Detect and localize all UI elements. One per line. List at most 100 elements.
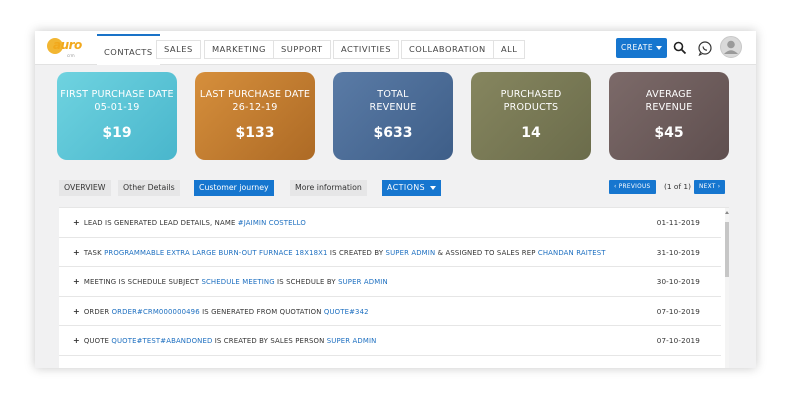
actions-dropdown[interactable]: ACTIONS (382, 180, 442, 196)
journey-row[interactable]: + ORDER ORDER#CRM000000496 IS GENERATED F… (59, 297, 721, 326)
stat-card-last-purchase: LAST PURCHASE DATE 26-12-19 $133 (195, 72, 315, 160)
stat-card-label-line2: REVENUE (645, 102, 693, 113)
top-navigation-bar: auro crm CONTACTS SALES MARKETING SUPPOR… (35, 31, 756, 65)
stat-card-value: $633 (373, 125, 413, 141)
chevron-down-icon (430, 186, 437, 190)
journey-row[interactable]: + TASK PROGRAMMABLE EXTRA LARGE BURN-OUT … (59, 238, 721, 267)
scrollbar-thumb[interactable] (725, 222, 729, 277)
previous-page-button[interactable]: ‹ PREVIOUS (609, 180, 656, 194)
journey-text: QUOTE (83, 337, 112, 345)
create-button[interactable]: CREATE (616, 38, 667, 58)
journey-row-text: + QUOTE QUOTE#TEST#ABANDONED IS CREATED B… (73, 336, 376, 345)
expand-plus-icon[interactable]: + (73, 218, 80, 227)
journey-text: IS CREATED BY (327, 248, 386, 257)
nav-tab-collaboration[interactable]: COLLABORATION (401, 40, 494, 59)
previous-page-label: PREVIOUS (618, 184, 651, 190)
stat-card-average-revenue: AVERAGE REVENUE $45 (609, 72, 729, 160)
journey-text: LEAD IS GENERATED LEAD DETAILS, NAME (83, 219, 238, 227)
customer-journey-list: ++QUOTE QUOTE#TEST#ABANDONED IS CREATED … (59, 207, 729, 368)
journey-link[interactable]: PROGRAMMABLE EXTRA LARGE BURN-OUT FURNAC… (104, 249, 327, 257)
journey-date: 30-10-2019 (656, 277, 700, 286)
stat-card-label-line1: LAST PURCHASE DATE (199, 89, 311, 100)
journey-row-text: + (73, 366, 84, 369)
journey-text: TASK (83, 248, 105, 257)
tab-other-details[interactable]: Other Details (118, 180, 180, 196)
journey-link[interactable]: SUPER ADMIN (386, 249, 436, 257)
next-page-label: NEXT (699, 184, 716, 190)
journey-text: & ASSIGNED TO SALES REP (435, 248, 538, 257)
journey-date: 07-10-2019 (656, 336, 700, 345)
chevron-down-icon (656, 46, 662, 50)
journey-link[interactable]: SCHEDULE MEETING (201, 278, 274, 286)
journey-row[interactable]: + MEETING IS SCHEDULE SUBJECT SCHEDULE ME… (59, 267, 721, 297)
logo-wordmark: auro (53, 38, 82, 52)
stat-card-label-line1: PURCHASED (500, 89, 562, 100)
stat-card-label: AVERAGE REVENUE (609, 88, 729, 114)
journey-text: IS CREATED BY SALES PERSON (212, 337, 327, 345)
chat-icon[interactable] (697, 40, 713, 56)
stat-card-label: PURCHASED PRODUCTS (471, 88, 591, 114)
stat-card-first-purchase: FIRST PURCHASE DATE 05-01-19 $19 (57, 72, 177, 160)
nav-tab-all[interactable]: ALL (493, 40, 526, 59)
journey-link[interactable]: SUPER ADMIN (327, 337, 377, 345)
tab-overview[interactable]: OVERVIEW (59, 180, 111, 196)
journey-row[interactable]: + LEAD IS GENERATED LEAD DETAILS, NAME #J… (59, 208, 721, 238)
journey-row-text: + ORDER ORDER#CRM000000496 IS GENERATED F… (73, 307, 369, 316)
nav-tab-sales[interactable]: SALES (156, 40, 201, 59)
journey-row-text: + LEAD IS GENERATED LEAD DETAILS, NAME #J… (73, 218, 306, 227)
stat-card-value: 14 (521, 125, 541, 141)
brand-logo[interactable]: auro crm (47, 37, 85, 59)
expand-plus-icon[interactable]: + (73, 366, 80, 369)
journey-link[interactable]: CHANDAN RAITEST (538, 249, 606, 257)
journey-link[interactable]: #JAIMIN COSTELLO (238, 219, 306, 227)
expand-plus-icon[interactable]: + (73, 336, 80, 345)
journey-link[interactable]: ORDER#CRM000000496 (112, 308, 200, 316)
expand-plus-icon[interactable]: + (73, 307, 80, 316)
stat-card-label: TOTAL REVENUE (333, 88, 453, 114)
page-indicator: (1 of 1) (664, 182, 691, 191)
journey-row-text: + MEETING IS SCHEDULE SUBJECT SCHEDULE ME… (73, 277, 388, 286)
stat-card-label: LAST PURCHASE DATE 26-12-19 (195, 88, 315, 114)
stat-card-value: $133 (235, 125, 275, 141)
create-button-label: CREATE (621, 43, 654, 52)
journey-text: ORDER (83, 307, 112, 316)
scroll-up-icon[interactable] (725, 211, 729, 214)
tab-more-information[interactable]: More information (290, 180, 367, 196)
nav-tab-support[interactable]: SUPPORT (273, 40, 331, 59)
stat-card-value: $19 (102, 125, 132, 141)
journey-link[interactable]: QUOTE#TEST#ABANDONED (111, 337, 212, 345)
next-page-button[interactable]: NEXT › (694, 180, 726, 194)
journey-date: 01-11-2019 (656, 218, 700, 227)
stat-card-label-line2: REVENUE (369, 102, 417, 113)
journey-text: MEETING IS SCHEDULE SUBJECT (83, 278, 202, 286)
stat-card-total-revenue: TOTAL REVENUE $633 (333, 72, 453, 160)
stat-card-label-line1: TOTAL (377, 89, 409, 100)
search-icon[interactable] (673, 41, 687, 55)
journey-text: IS SCHEDULE BY (274, 278, 339, 286)
journey-row[interactable]: + (59, 356, 721, 369)
user-avatar-icon[interactable] (720, 36, 742, 58)
journey-row-text: + TASK PROGRAMMABLE EXTRA LARGE BURN-OUT … (73, 248, 606, 257)
stat-card-purchased-products: PURCHASED PRODUCTS 14 (471, 72, 591, 160)
list-scrollbar[interactable] (725, 208, 729, 368)
stat-card-label-line1: AVERAGE (645, 89, 693, 100)
logo-subtext: crm (67, 53, 75, 58)
stat-card-label-line2: 26-12-19 (232, 102, 278, 113)
stat-card-label: FIRST PURCHASE DATE 05-01-19 (57, 88, 177, 114)
journey-row[interactable]: + QUOTE QUOTE#TEST#ABANDONED IS CREATED B… (59, 326, 721, 356)
stat-card-value: $45 (654, 125, 684, 141)
expand-plus-icon[interactable]: + (73, 248, 80, 257)
actions-dropdown-label: ACTIONS (387, 183, 426, 192)
tab-customer-journey[interactable]: Customer journey (194, 180, 274, 196)
nav-tab-contacts[interactable]: CONTACTS (97, 34, 160, 65)
app-window: auro crm CONTACTS SALES MARKETING SUPPOR… (35, 31, 756, 368)
journey-link[interactable]: SUPER ADMIN (338, 278, 388, 286)
journey-date: 07-10-2019 (656, 306, 700, 316)
stat-card-label-line2: 05-01-19 (94, 102, 140, 113)
journey-link[interactable]: QUOTE#342 (324, 308, 369, 316)
chevron-right-icon: › (715, 184, 721, 190)
nav-tab-activities[interactable]: ACTIVITIES (333, 40, 399, 59)
nav-tab-marketing[interactable]: MARKETING (204, 40, 274, 59)
expand-plus-icon[interactable]: + (73, 277, 80, 286)
stat-card-label-line1: FIRST PURCHASE DATE (60, 89, 174, 100)
